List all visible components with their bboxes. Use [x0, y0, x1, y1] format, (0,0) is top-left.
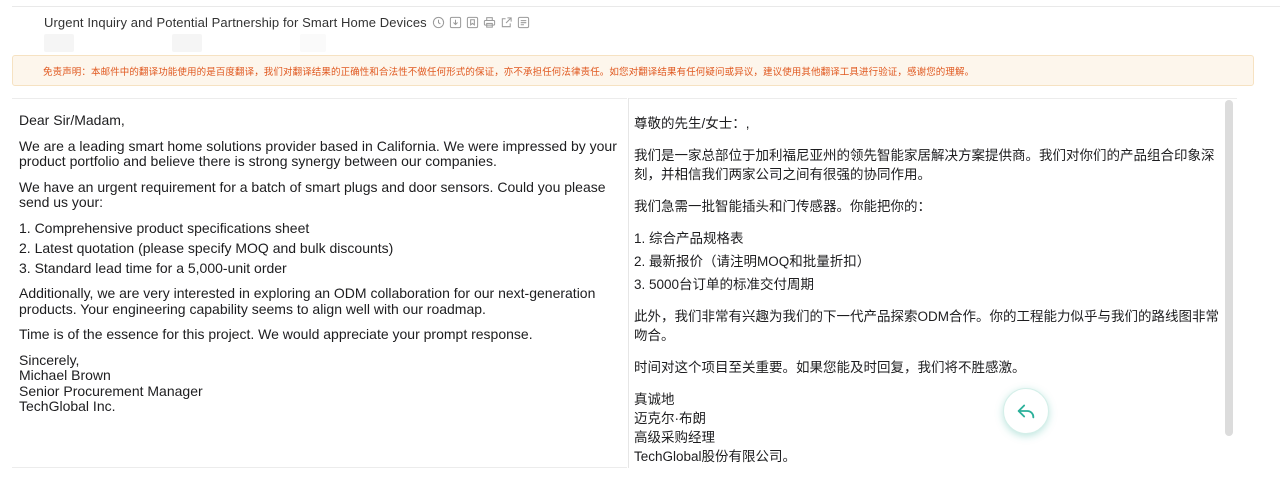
header-actions [432, 15, 531, 29]
closing-paragraph: 时间对这个项目至关重要。如果您能及时回复，我们将不胜感激。 [634, 360, 1026, 375]
disclaimer-text: 免责声明：本邮件中的翻译功能使用的是百度翻译，我们对翻译结果的正确性和合法性不做… [43, 66, 975, 78]
reply-button[interactable] [1003, 388, 1049, 434]
placeholder-block [300, 34, 326, 52]
request-paragraph: 我们急需一批智能插头和门传感器。你能把你的： [634, 199, 931, 214]
bookmark-icon[interactable] [466, 15, 480, 29]
list-item: 2. Latest quotation (please specify MOQ … [19, 239, 394, 256]
original-email-panel: Dear Sir/Madam, We are a leading smart h… [12, 98, 627, 468]
original-email-body: Dear Sir/Madam, We are a leading smart h… [19, 112, 627, 415]
sender-name: Michael Brown [19, 367, 111, 383]
list-item: 1. Comprehensive product specifications … [19, 219, 310, 236]
open-external-icon[interactable] [500, 15, 514, 29]
request-paragraph: We have an urgent requirement for a batc… [19, 178, 606, 210]
note-icon[interactable] [517, 15, 531, 29]
intro-paragraph: We are a leading smart home solutions pr… [19, 137, 617, 169]
list-item: 3. Standard lead time for a 5,000-unit o… [19, 259, 287, 276]
sender-company: TechGlobal Inc. [19, 398, 116, 414]
odm-paragraph: Additionally, we are very interested in … [19, 285, 596, 317]
translated-email-body: 尊敬的先生/女士：, 我们是一家总部位于加利福尼亚州的领先智能家居解决方案提供商… [634, 114, 1224, 466]
email-subject: Urgent Inquiry and Potential Partnership… [44, 14, 427, 30]
list-item: 1. 综合产品规格表 [634, 231, 744, 246]
sender-company: TechGlobal股份有限公司。 [634, 449, 797, 464]
top-divider [12, 6, 1280, 7]
intro-paragraph: 我们是一家总部位于加利福尼亚州的领先智能家居解决方案提供商。我们对你们的产品组合… [634, 148, 1215, 182]
print-icon[interactable] [483, 15, 497, 29]
signoff: Sincerely, [19, 351, 80, 368]
sender-title: Senior Procurement Manager [19, 382, 203, 399]
signoff: 真诚地 [634, 392, 675, 407]
placeholder-block [44, 34, 74, 52]
reply-icon [1017, 404, 1035, 419]
closing-paragraph: Time is of the essence for this project.… [19, 326, 533, 342]
email-header: Urgent Inquiry and Potential Partnership… [44, 12, 531, 32]
download-icon[interactable] [449, 15, 463, 29]
translation-disclaimer-banner: 免责声明：本邮件中的翻译功能使用的是百度翻译，我们对翻译结果的正确性和合法性不做… [12, 55, 1254, 86]
clock-icon[interactable] [432, 15, 446, 29]
list-item: 2. 最新报价（请注明MOQ和批量折扣） [634, 254, 871, 269]
placeholder-block [172, 34, 202, 52]
greeting: Dear Sir/Madam, [19, 112, 125, 128]
greeting: 尊敬的先生/女士：, [634, 116, 750, 131]
odm-paragraph: 此外，我们非常有兴趣为我们的下一代产品探索ODM合作。你的工程能力似乎与我们的路… [634, 309, 1219, 343]
sender-title: 高级采购经理 [634, 430, 715, 445]
translation-panel: 尊敬的先生/女士：, 我们是一家总部位于加利福尼亚州的领先智能家居解决方案提供商… [629, 98, 1237, 468]
list-item: 3. 5000台订单的标准交付周期 [634, 277, 815, 292]
sender-name: 迈克尔·布朗 [634, 411, 706, 426]
scrollbar-thumb[interactable] [1225, 100, 1233, 436]
